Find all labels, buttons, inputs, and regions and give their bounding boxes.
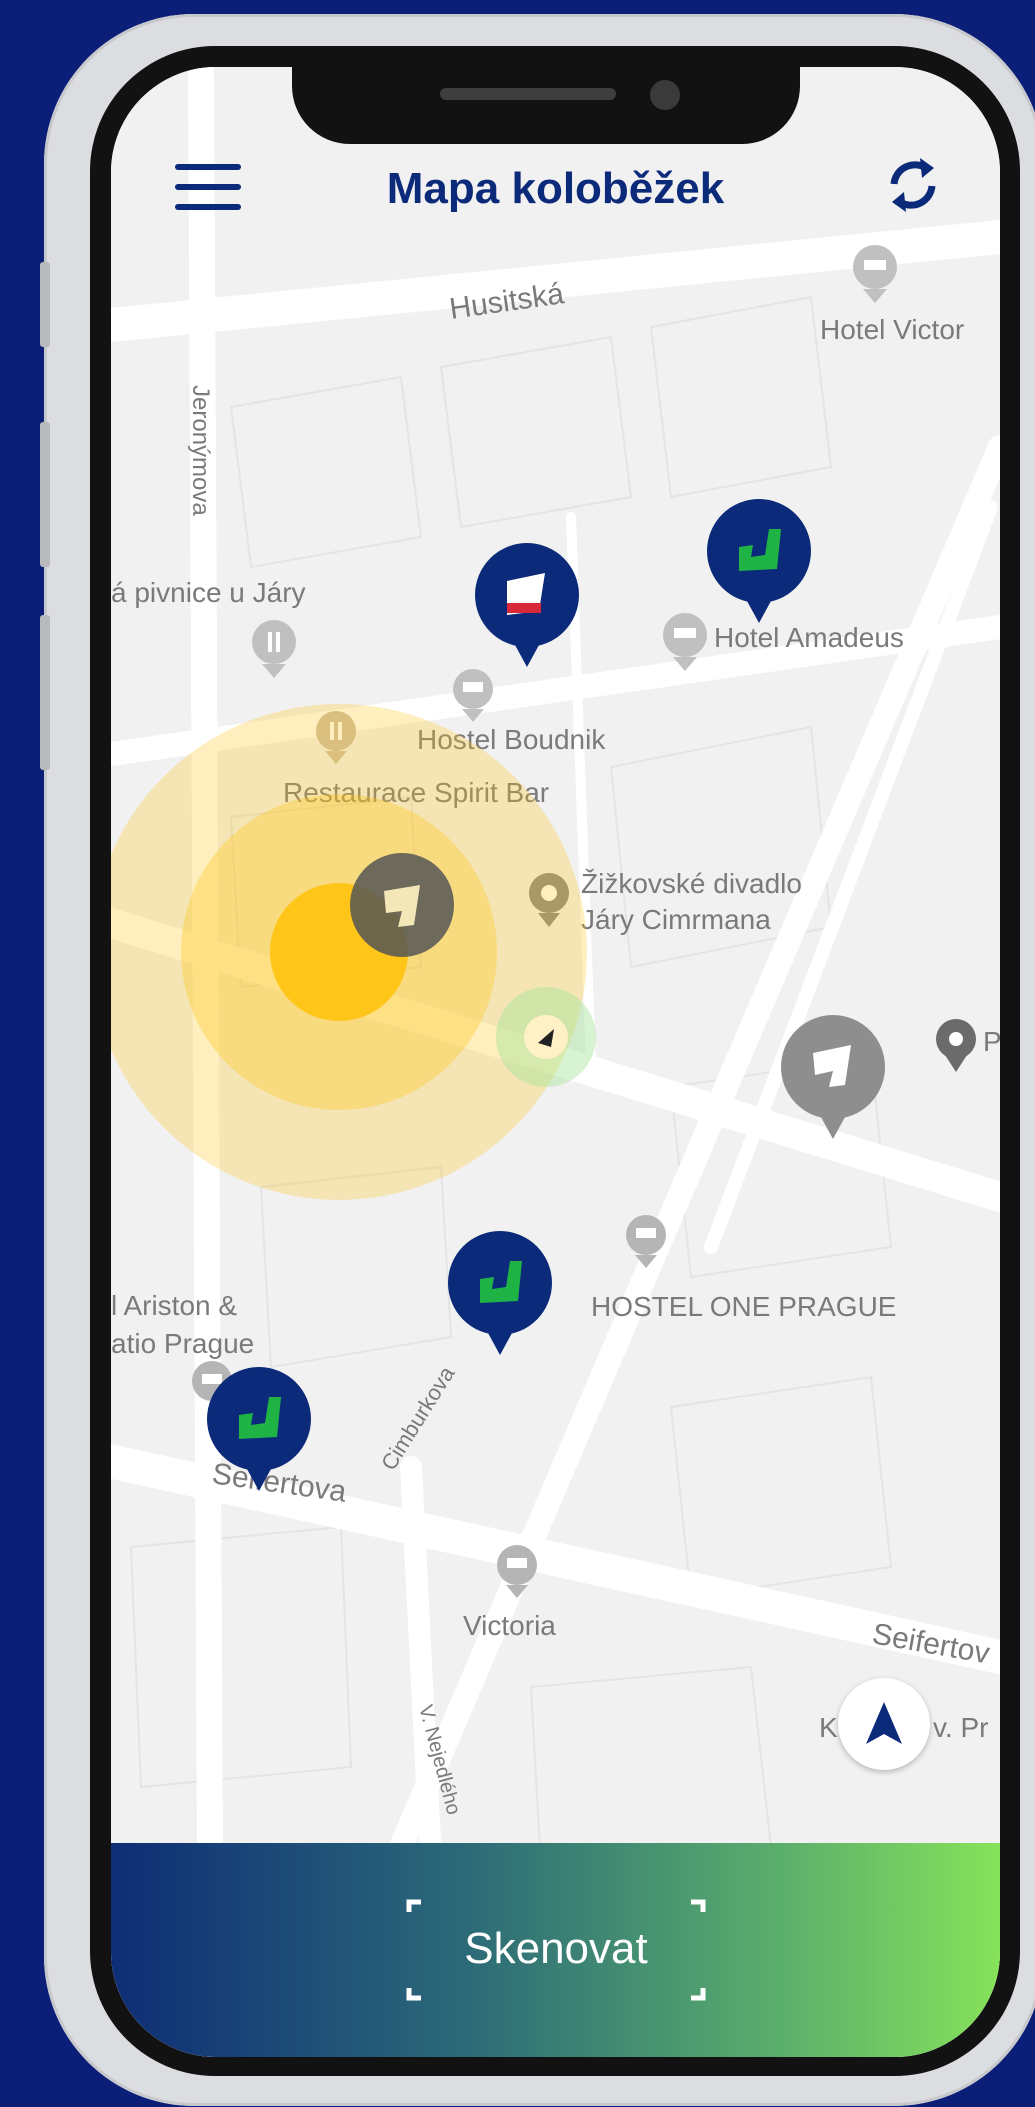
place-label: P (983, 1026, 1000, 1057)
place-label: Hotel Victor (820, 314, 964, 345)
place-label: l Ariston & (111, 1290, 237, 1321)
place-label: Žižkovské divadlo (581, 868, 802, 899)
user-location-marker (111, 704, 587, 1200)
place-label: Victoria (463, 1610, 556, 1641)
place-label: Járy Cimrmana (581, 904, 771, 935)
place-label: atio Prague (111, 1328, 254, 1359)
speaker-grille (440, 88, 616, 100)
scan-label: Skenovat (464, 1924, 648, 1973)
phone-side-button (40, 262, 50, 347)
place-label: K (819, 1712, 838, 1743)
center-location-button[interactable] (838, 1678, 930, 1770)
place-label: v. Pr (933, 1712, 988, 1743)
scooter-marker-unavailable[interactable] (350, 853, 454, 957)
app-header: Mapa koloběžek (111, 130, 1000, 240)
place-label: á pivnice u Járy (111, 577, 306, 608)
street-label: Jeronýmova (187, 385, 214, 516)
page-title: Mapa koloběžek (386, 164, 725, 213)
heading-marker (496, 987, 596, 1087)
phone-side-button (40, 615, 50, 770)
scan-button[interactable]: Skenovat (391, 1898, 721, 2003)
scan-bar: Skenovat (111, 1843, 1000, 2057)
refresh-icon[interactable] (880, 152, 946, 218)
front-camera (650, 80, 680, 110)
navigation-arrow-icon (866, 1702, 902, 1744)
place-label: Hotel Amadeus (714, 622, 904, 653)
place-label: HOSTEL ONE PRAGUE (591, 1291, 896, 1322)
phone-side-button (40, 422, 50, 567)
phone-notch (292, 50, 800, 144)
